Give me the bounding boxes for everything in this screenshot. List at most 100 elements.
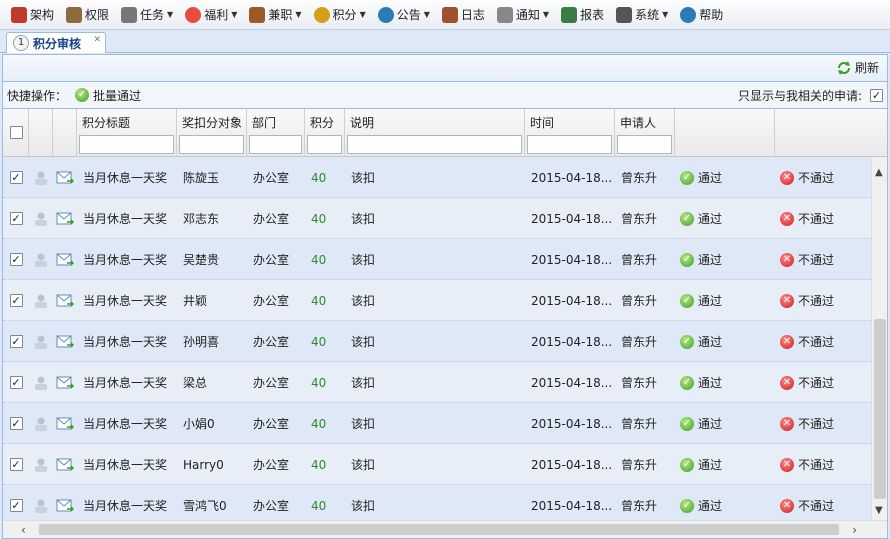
user-profile-icon[interactable] [32,211,50,227]
table-row[interactable]: ✓ 当月休息一天奖 井颖 办公室 40 该扣 2015-04-18... 曾东升 ✓ 通过 ✕ 不通过 [3,280,871,321]
approve-button[interactable]: ✓ 通过 [680,456,722,473]
row-checkbox[interactable]: ✓ [9,335,23,348]
dept-filter-input[interactable] [249,135,302,154]
reject-button[interactable]: ✕ 不通过 [780,456,834,473]
desc-filter-input[interactable] [347,135,522,154]
table-row[interactable]: ✓ 当月休息一天奖 吴楚贵 办公室 40 该扣 2015-04-18... 曾东升 ✓ 通过 ✕ 不通… [3,239,871,280]
header-title[interactable]: 积分标题 [77,109,177,157]
vertical-scroll-thumb[interactable] [874,319,886,499]
cell-desc: 该扣 [351,335,376,349]
row-checkbox[interactable]: ✓ [9,212,23,225]
select-all-checkbox[interactable] [10,126,23,139]
applicant-filter-input[interactable] [617,135,672,154]
approve-button[interactable]: ✓ 通过 [680,415,722,432]
header-time[interactable]: 时间 [525,109,615,157]
mail-forward-icon[interactable] [56,212,74,226]
row-checkbox[interactable]: ✓ [9,294,23,307]
points-filter-input[interactable] [307,135,342,154]
user-profile-icon[interactable] [32,170,50,186]
batch-approve-button[interactable]: ✓ 批量通过 [75,87,141,104]
table-row[interactable]: ✓ 当月休息一天奖 雪鸿飞0 办公室 40 该扣 2015-04-18... 曾东升 ✓ 通过 ✕ 不… [3,485,871,522]
table-row[interactable]: ✓ 当月休息一天奖 Harry0 办公室 40 该扣 2015-04-18... 曾东升 ✓ 通过… [3,444,871,485]
cell-dept: 办公室 [253,335,290,349]
reject-button[interactable]: ✕ 不通过 [780,210,834,227]
table-row[interactable]: ✓ 当月休息一天奖 梁总 办公室 40 该扣 2015-04-18... 曾东升 ✓ 通过 ✕ 不通过 [3,362,871,403]
mail-forward-icon[interactable] [56,417,74,431]
mail-forward-icon[interactable] [56,335,74,349]
user-profile-icon[interactable] [32,334,50,350]
reject-button[interactable]: ✕ 不通过 [780,251,834,268]
user-profile-icon[interactable] [32,375,50,391]
approve-button[interactable]: ✓ 通过 [680,374,722,391]
reject-button[interactable]: ✕ 不通过 [780,415,834,432]
title-filter-input[interactable] [79,135,174,154]
cell-desc: 该扣 [351,458,376,472]
approve-button[interactable]: ✓ 通过 [680,497,722,514]
table-row[interactable]: ✓ 当月休息一天奖 孙明喜 办公室 40 该扣 2015-04-18... 曾东升 ✓ 通过 ✕ 不通… [3,321,871,362]
header-target[interactable]: 奖扣分对象 [177,109,247,157]
reject-button[interactable]: ✕ 不通过 [780,333,834,350]
vertical-scrollbar[interactable]: ▲ ▼ [871,157,887,522]
menu-item-6[interactable]: 公告 ▼ [373,3,435,27]
header-points[interactable]: 积分 [305,109,345,157]
menu-item-10[interactable]: 系统 ▼ [611,3,673,27]
mail-forward-icon[interactable] [56,294,74,308]
scroll-down-icon[interactable]: ▼ [875,505,883,516]
approve-button[interactable]: ✓ 通过 [680,292,722,309]
menu-item-8[interactable]: 通知 ▼ [492,3,554,27]
mail-forward-icon[interactable] [56,499,74,513]
approve-button[interactable]: ✓ 通过 [680,251,722,268]
menu-item-7[interactable]: 日志 [437,3,490,27]
cell-approve: ✓ 通过 [680,321,775,362]
scroll-left-icon[interactable]: ‹ [21,523,26,537]
menu-item-3[interactable]: 福利 ▼ [180,3,242,27]
time-filter-input[interactable] [527,135,612,154]
approve-button[interactable]: ✓ 通过 [680,333,722,350]
target-filter-input[interactable] [179,135,244,154]
row-checkbox[interactable]: ✓ [9,417,23,430]
mail-forward-icon[interactable] [56,253,74,267]
mail-forward-icon[interactable] [56,171,74,185]
row-checkbox[interactable]: ✓ [9,499,23,512]
scroll-up-icon[interactable]: ▲ [875,167,883,178]
reject-button[interactable]: ✕ 不通过 [780,292,834,309]
tab-close-icon[interactable]: ✕ [93,35,101,45]
menu-item-5[interactable]: 积分 ▼ [309,3,371,27]
table-row[interactable]: ✓ 当月休息一天奖 小娟0 办公室 40 该扣 2015-04-18... 曾东升 ✓ 通过 ✕ 不通… [3,403,871,444]
reject-button[interactable]: ✕ 不通过 [780,497,834,514]
mail-forward-icon[interactable] [56,376,74,390]
horizontal-scroll-thumb[interactable] [39,524,839,535]
horizontal-scrollbar[interactable]: ‹ › [3,520,887,538]
header-desc[interactable]: 说明 [345,109,525,157]
mail-forward-icon[interactable] [56,458,74,472]
refresh-button[interactable]: 刷新 [836,59,879,76]
row-checkbox[interactable]: ✓ [9,376,23,389]
table-row[interactable]: ✓ 当月休息一天奖 陈旋玉 办公室 40 该扣 2015-04-18... 曾东升 ✓ 通过 ✕ 不通… [3,157,871,198]
approve-button[interactable]: ✓ 通过 [680,169,722,186]
user-profile-icon[interactable] [32,498,50,514]
cell-dept: 办公室 [253,499,290,513]
approve-button[interactable]: ✓ 通过 [680,210,722,227]
reject-label: 不通过 [798,499,835,513]
my-requests-checkbox[interactable]: ✓ [870,89,883,102]
table-row[interactable]: ✓ 当月休息一天奖 邓志东 办公室 40 该扣 2015-04-18... 曾东升 ✓ 通过 ✕ 不通… [3,198,871,239]
reject-button[interactable]: ✕ 不通过 [780,374,834,391]
user-profile-icon[interactable] [32,252,50,268]
row-checkbox[interactable]: ✓ [9,171,23,184]
scroll-right-icon[interactable]: › [852,523,857,537]
menu-item-1[interactable]: 权限 [61,3,114,27]
menu-item-11[interactable]: 帮助 [675,3,728,27]
user-profile-icon[interactable] [32,293,50,309]
user-profile-icon[interactable] [32,457,50,473]
menu-item-4[interactable]: 兼职 ▼ [244,3,306,27]
row-checkbox[interactable]: ✓ [9,458,23,471]
header-applicant[interactable]: 申请人 [615,109,675,157]
menu-item-2[interactable]: 任务 ▼ [116,3,178,27]
user-profile-icon[interactable] [32,416,50,432]
menu-item-9[interactable]: 报表 [556,3,609,27]
row-checkbox[interactable]: ✓ [9,253,23,266]
tab-points-review[interactable]: 1 积分审核 ✕ [6,32,106,53]
menu-item-0[interactable]: 架构 [6,3,59,27]
reject-button[interactable]: ✕ 不通过 [780,169,834,186]
header-dept[interactable]: 部门 [247,109,305,157]
